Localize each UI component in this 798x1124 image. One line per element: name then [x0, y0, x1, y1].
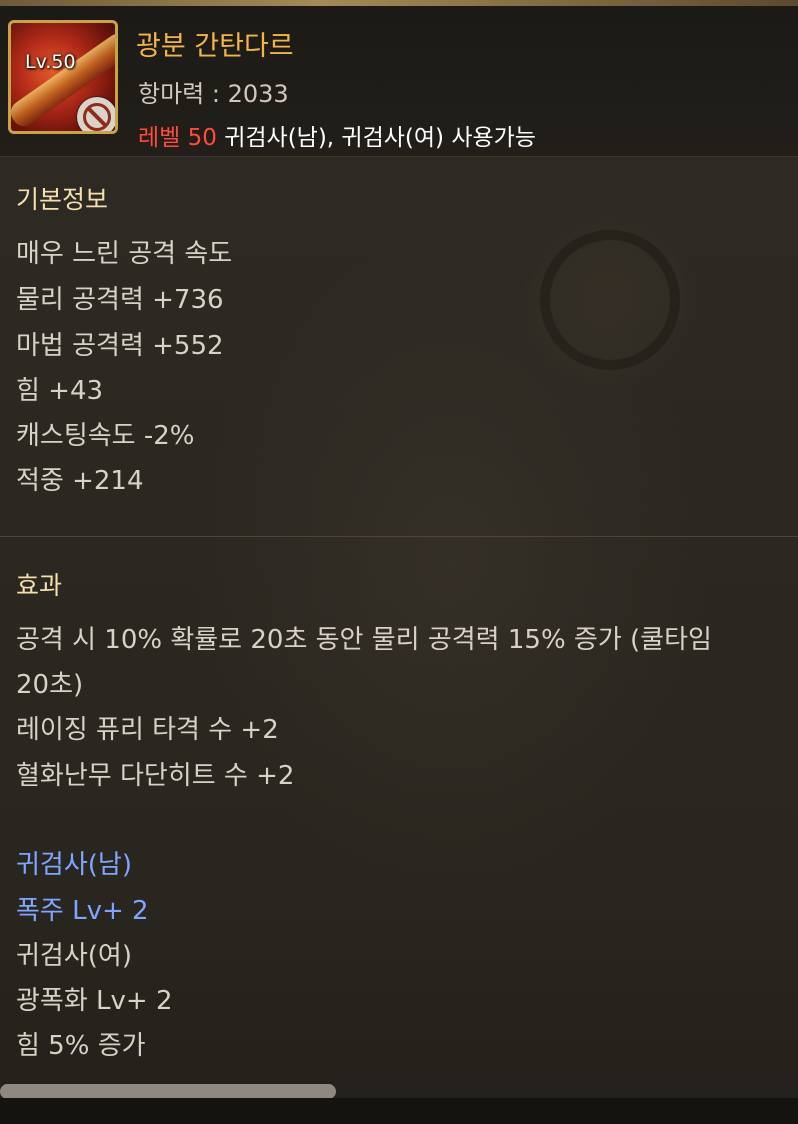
female-class-skill: 광폭화 Lv+ 2: [16, 986, 173, 1016]
background-emblem: [540, 230, 680, 370]
female-class-label: 귀검사(여): [16, 941, 132, 971]
horizontal-scrollbar-thumb[interactable]: [0, 1084, 336, 1099]
effect-line: 20초): [16, 670, 84, 700]
basic-line: 매우 느린 공격 속도: [16, 239, 233, 269]
prohibited-icon: [77, 97, 115, 131]
basic-line: 힘 +43: [16, 376, 104, 406]
female-class-extra: 힘 5% 증가: [16, 1031, 146, 1061]
required-level: 레벨 50: [138, 125, 217, 151]
effect-line: 레이징 퓨리 타격 수 +2: [16, 715, 279, 745]
basic-info-title: 기본정보: [16, 185, 109, 214]
effect-line: 혈화난무 다단히트 수 +2: [16, 761, 295, 791]
item-tooltip-panel: Lv.50 광분 간탄다르 항마력 : 2033 레벨 50 귀검사(남), 귀…: [0, 0, 798, 1124]
item-stat-line: 항마력 : 2033: [138, 80, 289, 108]
basic-line: 마법 공격력 +552: [16, 331, 224, 361]
level-badge: Lv.50: [25, 51, 76, 73]
item-icon[interactable]: Lv.50: [8, 20, 118, 134]
male-class-label: 귀검사(남): [16, 850, 132, 880]
item-requirement: 레벨 50 귀검사(남), 귀검사(여) 사용가능: [138, 118, 536, 152]
effect-title: 효과: [16, 571, 63, 600]
basic-line: 적중 +214: [16, 466, 144, 496]
item-header: Lv.50 광분 간탄다르 항마력 : 2033 레벨 50 귀검사(남), 귀…: [0, 6, 798, 157]
section-divider: [0, 536, 798, 537]
item-name: 광분 간탄다르: [136, 31, 294, 62]
male-class-skill: 폭주 Lv+ 2: [16, 896, 149, 926]
effect-line: 공격 시 10% 확률로 20초 동안 물리 공격력 15% 증가 (쿨타임: [16, 625, 712, 655]
bottom-bar: [0, 1098, 798, 1124]
basic-line: 물리 공격력 +736: [16, 285, 224, 315]
usable-classes: 귀검사(남), 귀검사(여) 사용가능: [216, 125, 536, 151]
basic-line: 캐스팅속도 -2%: [16, 421, 195, 451]
